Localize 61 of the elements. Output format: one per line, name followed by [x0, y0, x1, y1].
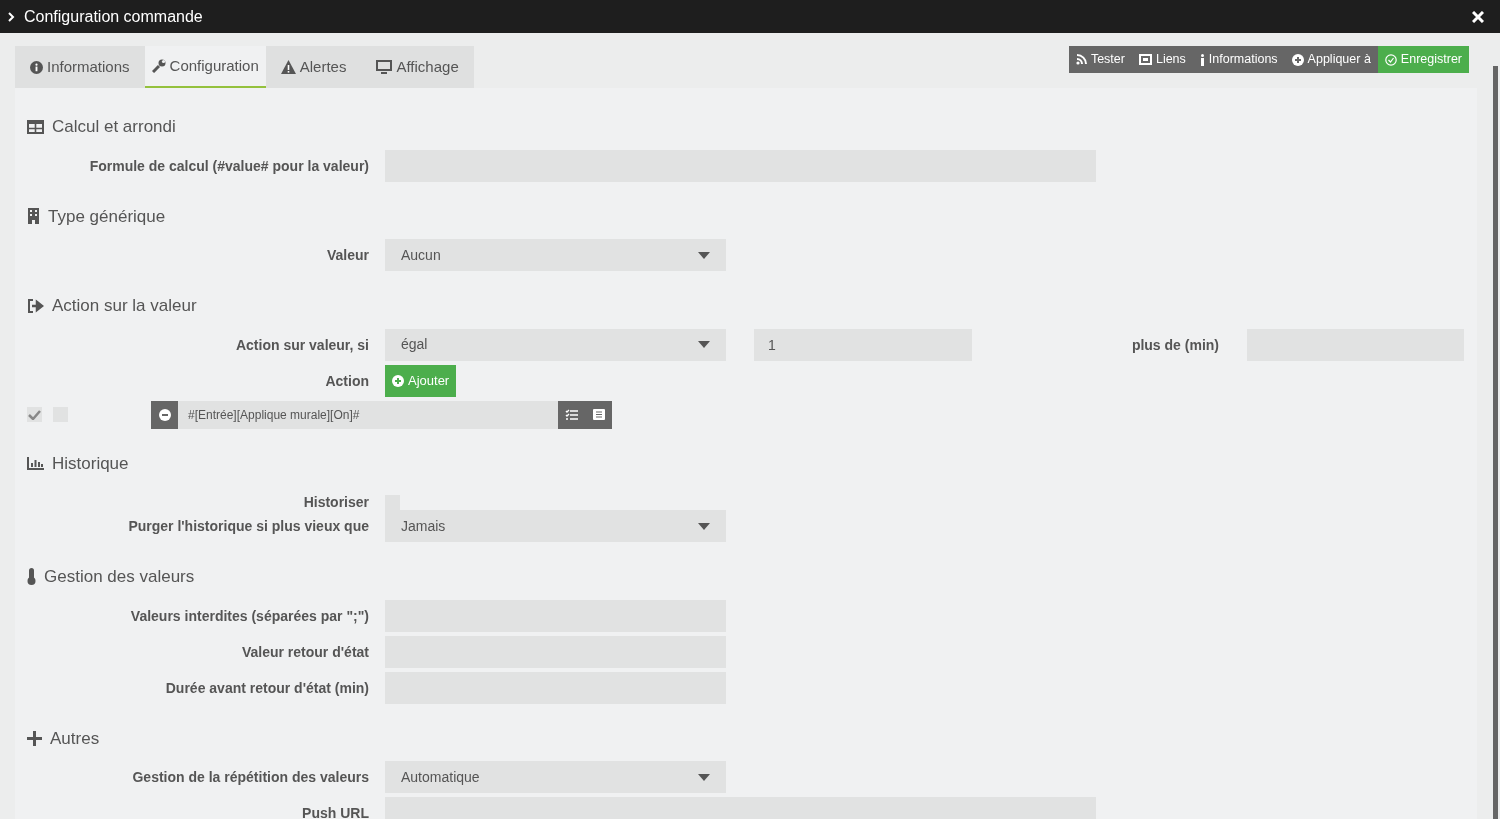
thermometer-icon: [27, 568, 36, 586]
check-icon: [28, 409, 41, 420]
bar-chart-icon: [27, 456, 44, 470]
toolbar-button[interactable]: Informations: [1192, 46, 1285, 73]
section-title: Autres: [50, 727, 100, 750]
field-label: Formule de calcul (#value# pour la valeur): [89, 157, 369, 174]
select-field[interactable]: Automatique: [385, 761, 726, 793]
plus-circle-icon: [1291, 53, 1304, 66]
input-field[interactable]: #[Entrée][Applique murale][On]#: [178, 400, 558, 429]
toolbar-button[interactable]: Appliquer à: [1284, 46, 1378, 73]
building-icon: [27, 208, 40, 225]
field-label: Action sur valeur, si: [235, 336, 369, 353]
wrench-icon: [151, 59, 166, 73]
link-icon: [1138, 54, 1152, 65]
field-label: Valeurs interdites (séparées par ";"): [130, 607, 369, 624]
input-field[interactable]: 1: [754, 328, 972, 361]
field-label: Gestion de la répétition des valeurs: [132, 769, 369, 785]
select-field[interactable]: égal: [385, 328, 726, 361]
field-label: Purger l'historique si plus vieux que: [128, 518, 369, 534]
toolbar-button[interactable]: Tester: [1068, 46, 1132, 73]
close-icon[interactable]: [1472, 10, 1484, 23]
select-field[interactable]: Aucun: [385, 239, 726, 271]
field-label: Valeur: [326, 247, 369, 263]
caret-icon: [698, 251, 710, 259]
field-label: Durée avant retour d'état (min): [165, 679, 369, 696]
warning-icon: [280, 60, 296, 74]
field-label: Push URL: [302, 805, 369, 819]
window-title: Configuration commande: [24, 6, 203, 27]
monitor-icon: [376, 60, 393, 74]
checkbox[interactable]: [27, 407, 42, 422]
caret-icon: [698, 522, 710, 530]
plus-circle-icon: [392, 374, 404, 387]
scrollbar[interactable]: [1493, 66, 1498, 819]
list-button[interactable]: [558, 400, 585, 429]
field-label: Valeur retour d'état: [241, 643, 369, 660]
section-title: Gestion des valeurs: [44, 566, 195, 588]
caret-icon: [698, 341, 710, 348]
select-field[interactable]: Jamais: [385, 510, 726, 542]
field-label: plus de (min): [1131, 336, 1219, 353]
remove-button[interactable]: [151, 400, 178, 429]
rss-icon: [1075, 54, 1087, 65]
check-circle-icon: [1384, 53, 1397, 66]
table-icon: [27, 119, 44, 134]
info-icon: [30, 60, 43, 74]
field-label: Historiser: [303, 494, 369, 510]
list-icon: [592, 409, 605, 420]
tab[interactable]: Configuration: [144, 46, 266, 88]
list-button[interactable]: [585, 400, 612, 429]
field-label: Action: [325, 372, 369, 389]
sign-out-icon: [27, 298, 44, 313]
section-title: Calcul et arrondi: [52, 116, 176, 138]
checklist-icon: [565, 409, 578, 420]
section-title: Historique: [52, 452, 129, 475]
section-title: Type générique: [48, 205, 166, 228]
section-title: Action sur la valeur: [52, 295, 197, 317]
plus-icon: [27, 730, 42, 746]
toolbar-button[interactable]: Liens: [1131, 46, 1193, 73]
chevron-icon: [8, 11, 16, 22]
caret-icon: [698, 773, 710, 781]
info-icon: [1199, 53, 1205, 66]
minus-circle-icon: [158, 408, 171, 421]
